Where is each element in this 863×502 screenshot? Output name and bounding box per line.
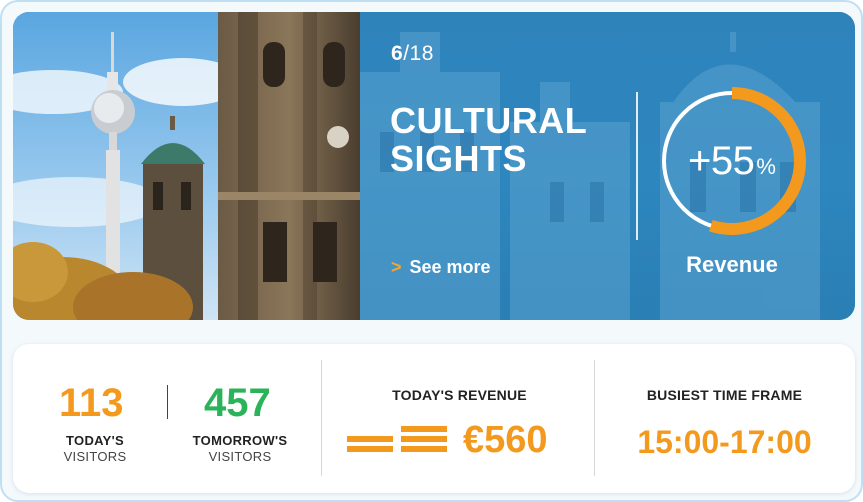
visitors-divider: [167, 385, 168, 419]
gauge-number: +55: [688, 138, 755, 183]
busiest-time-value: 15:00-17:00: [637, 424, 812, 460]
chevron-right-icon: >: [391, 257, 402, 277]
column-divider-1: [321, 360, 322, 476]
widget-card: 6/18 CULTURAL SIGHTS > See more +55% Rev…: [0, 0, 863, 502]
tomorrow-visitors-value: 457: [204, 381, 271, 425]
tomorrow-visitors-label-line2: VISITORS: [208, 449, 272, 464]
slide-counter: 6/18: [391, 42, 434, 66]
berlin-photo: [13, 12, 360, 320]
gauge-label: Revenue: [686, 252, 778, 277]
today-visitors-label-line1: TODAY'S: [66, 433, 124, 448]
tomorrow-visitors-label-line1: TOMORROW'S: [192, 433, 288, 448]
hero-divider: [636, 92, 638, 240]
see-more-link[interactable]: > See more: [391, 257, 491, 278]
today-visitors-label: TODAY'S VISITORS: [40, 433, 150, 465]
gauge-value: +55%: [657, 86, 807, 236]
gauge-unit: %: [756, 154, 776, 179]
column-divider-2: [594, 360, 595, 476]
revenue-bars-icon: [347, 426, 447, 452]
busiest-time-heading: BUSIEST TIME FRAME: [646, 387, 803, 403]
stats-panel: [13, 344, 855, 493]
category-title: CULTURAL SIGHTS: [390, 100, 587, 179]
todays-revenue-value: €560: [463, 419, 548, 461]
todays-revenue-heading: TODAY'S REVENUE: [392, 387, 527, 403]
today-visitors-label-line2: VISITORS: [63, 449, 127, 464]
today-visitors-value: 113: [59, 381, 124, 425]
hero-banner: 6/18 CULTURAL SIGHTS > See more +55% Rev…: [13, 12, 855, 320]
counter-total: /18: [403, 42, 434, 65]
see-more-label: See more: [409, 257, 491, 277]
tomorrow-visitors-label: TOMORROW'S VISITORS: [180, 433, 300, 465]
counter-current: 6: [391, 42, 404, 65]
